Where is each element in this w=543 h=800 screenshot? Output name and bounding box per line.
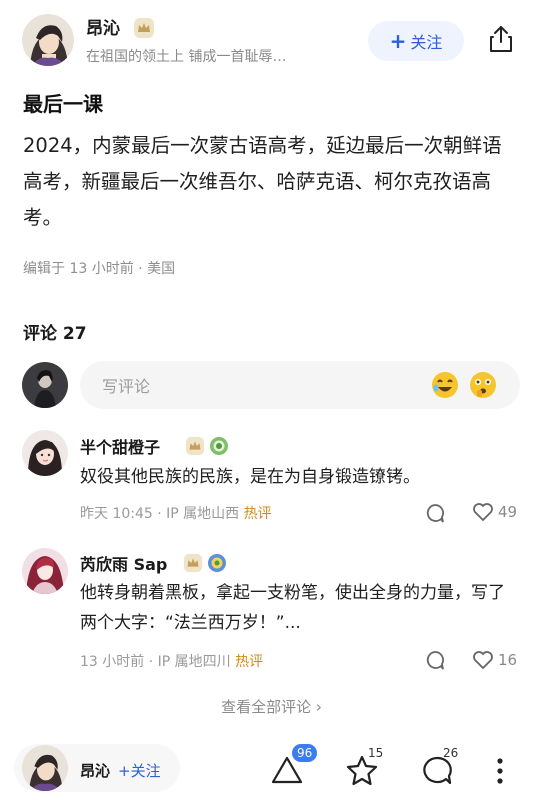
comment-meta: 13 小时前 · IP 属地四川 热评 [80, 651, 263, 671]
laughing-emoji-icon[interactable] [430, 370, 460, 404]
bottom-author-name[interactable]: 昂沁 [80, 760, 110, 781]
crown-badge-icon [133, 17, 155, 43]
comment-meta: 昨天 10:45 · IP 属地山西 热评 [80, 503, 272, 523]
current-user-avatar [22, 362, 68, 408]
bottom-follow-button[interactable]: +关注 [118, 760, 161, 781]
author-avatar[interactable] [22, 14, 74, 66]
medal-badge-icon [209, 436, 229, 460]
author-name[interactable]: 昂沁 [86, 14, 120, 39]
like-count: 16 [498, 651, 518, 669]
hot-comment-badge: 热评 [235, 654, 264, 670]
comments-header: 评论 27 [23, 324, 87, 344]
medal-badge-icon [207, 553, 227, 577]
crown-badge-icon [183, 553, 203, 577]
more-options-icon[interactable] [493, 756, 507, 790]
follow-label: 关注 [410, 33, 443, 52]
heart-icon [473, 503, 493, 522]
share-icon[interactable] [486, 24, 516, 58]
comment-input-placeholder: 写评论 [102, 377, 151, 396]
reply-icon[interactable] [424, 502, 446, 528]
like-button[interactable]: 16 [472, 650, 517, 670]
thinking-emoji-icon[interactable] [468, 370, 498, 404]
follow-button[interactable]: + 关注 [368, 21, 464, 61]
post-title: 最后一课 [23, 92, 103, 116]
comment-avatar[interactable] [22, 430, 68, 476]
comment-count: 26 [443, 746, 459, 760]
comment-author-name[interactable]: 芮欣雨 Sap [80, 551, 167, 575]
view-all-comments-link[interactable]: 查看全部评论 › [0, 696, 543, 717]
hot-comment-badge: 热评 [243, 506, 272, 522]
comment-text: 他转身朝着黑板，拿起一支粉笔，使出全身的力量，写了两个大字：“法兰西万岁！”..… [80, 583, 505, 633]
comment-text: 奴役其他民族的民族，是在为自身锻造镣铐。 [80, 467, 420, 487]
crown-badge-icon [185, 436, 205, 460]
post-meta: 编辑于 13 小时前 · 美国 [23, 261, 176, 277]
post-body: 2024，内蒙最后一次蒙古语高考，延边最后一次朝鲜语高考，新疆最后一次维吾尔、哈… [23, 134, 502, 229]
like-button[interactable]: 49 [472, 502, 517, 522]
comment-time: 13 小时前 · IP 属地四川 [80, 654, 231, 670]
like-count: 49 [498, 503, 518, 521]
bottom-author-avatar[interactable] [22, 745, 68, 791]
plus-icon: + [389, 29, 407, 53]
author-signature: 在祖国的领土上 铺成一首耻辱… [86, 49, 287, 65]
comment-author-name[interactable]: 半个甜橙子 [80, 434, 160, 458]
favorite-count: 15 [368, 746, 384, 760]
comment-time: 昨天 10:45 · IP 属地山西 [80, 506, 240, 522]
upvote-count: 96 [292, 744, 318, 762]
heart-icon [473, 651, 493, 670]
reply-icon[interactable] [424, 649, 446, 675]
comment-avatar[interactable] [22, 548, 68, 594]
